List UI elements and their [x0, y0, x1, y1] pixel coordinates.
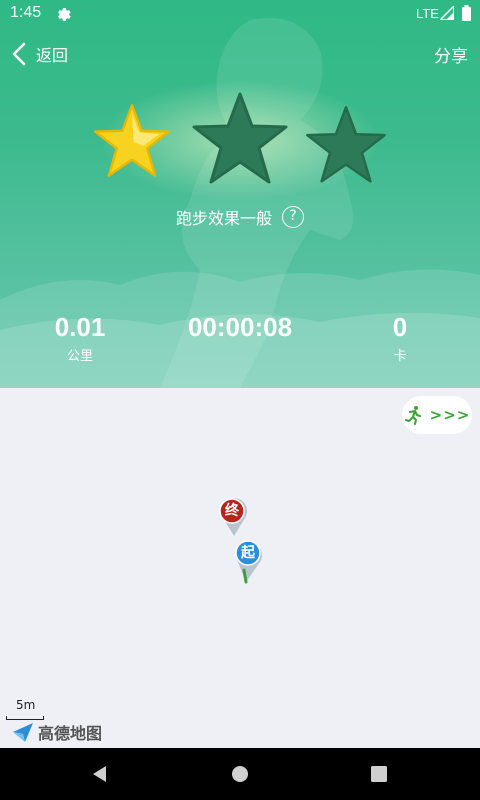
amap-logo: 高德地图	[12, 720, 102, 744]
nav-recents-icon[interactable]	[369, 764, 389, 784]
nav-home-icon[interactable]	[230, 764, 250, 784]
star-empty-icon	[306, 106, 386, 183]
duration-unit	[160, 345, 320, 363]
gear-icon	[58, 8, 71, 21]
end-marker-label: 终	[225, 503, 239, 519]
duration-value: 00:00:08	[187, 312, 293, 342]
run-arrows: >>>	[429, 406, 471, 424]
help-icon[interactable]: ?	[282, 206, 304, 228]
share-button[interactable]: 分享	[434, 42, 468, 67]
back-label: 返回	[36, 46, 69, 65]
back-button[interactable]: 返回	[10, 40, 68, 68]
star-empty-icon	[192, 92, 288, 184]
start-marker[interactable]: 起	[235, 540, 265, 584]
scale-label: 5m	[16, 698, 36, 712]
distance-unit: 公里	[66, 349, 93, 364]
amap-logo-text: 高德地图	[38, 724, 103, 743]
battery-icon	[462, 5, 471, 21]
runner-icon	[404, 406, 421, 425]
route-map[interactable]: >>> 终 起 5m 高德地图	[0, 388, 480, 748]
distance-stat: 0.01 公里	[0, 312, 160, 364]
map-scale: 5m	[6, 698, 46, 722]
duration-stat: 00:00:08	[160, 312, 320, 363]
nav-back-icon[interactable]	[90, 764, 110, 784]
network-type: LTE	[416, 6, 439, 21]
chevron-left-icon	[12, 42, 26, 66]
status-time: 1:45	[10, 4, 42, 21]
calories-unit: 卡	[393, 349, 407, 364]
distance-value: 0.01	[54, 312, 106, 342]
run-summary-header: 1:45 LTE 返回 分享 跑步效果一般 ? 0.01 公里 00:00:08…	[0, 0, 480, 388]
start-run-button[interactable]: >>>	[402, 396, 472, 434]
amap-arrow-icon	[13, 723, 33, 742]
calories-value: 0	[392, 312, 408, 342]
run-effect-row: 跑步效果一般 ?	[0, 204, 480, 230]
end-marker[interactable]: 终	[219, 498, 249, 538]
signal-icon	[440, 6, 454, 20]
system-nav-bar	[0, 748, 480, 800]
star-filled-icon	[94, 104, 170, 177]
run-effect-text: 跑步效果一般	[175, 209, 272, 228]
calories-stat: 0 卡	[320, 312, 480, 364]
rating-stars	[0, 86, 480, 196]
start-marker-label: 起	[241, 545, 255, 561]
status-bar: 1:45 LTE	[0, 0, 480, 28]
